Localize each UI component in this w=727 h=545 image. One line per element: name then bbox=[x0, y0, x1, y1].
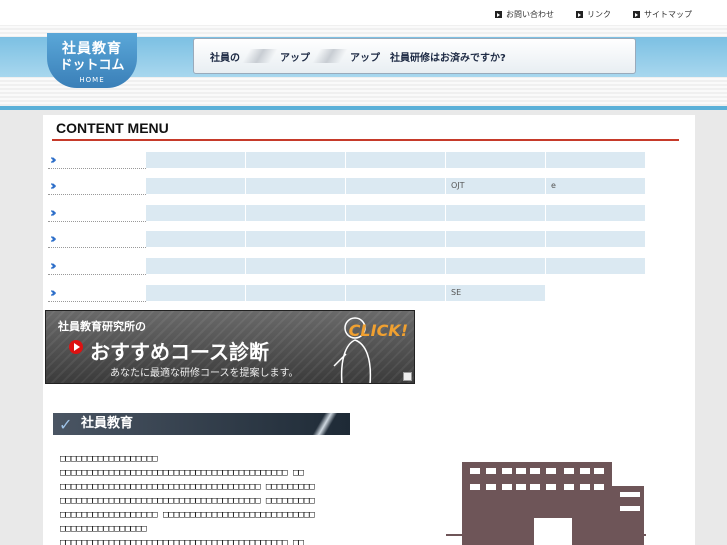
menu-cell[interactable] bbox=[346, 152, 445, 168]
contact-link[interactable]: お問い合わせ bbox=[495, 9, 554, 20]
double-chevron-icon: ›› bbox=[50, 232, 56, 247]
menu-cell[interactable] bbox=[146, 258, 245, 274]
menu-cell[interactable] bbox=[546, 205, 645, 221]
menu-cell[interactable] bbox=[346, 178, 445, 194]
menu-row-marker[interactable]: ›› bbox=[48, 205, 146, 222]
top-utility-bar: お問い合わせ リンク サイトマップ bbox=[0, 0, 727, 25]
sitemap-link[interactable]: サイトマップ bbox=[633, 9, 692, 20]
click-label: CLICK! bbox=[348, 321, 408, 340]
menu-row: ›› OJT e bbox=[48, 178, 646, 195]
menu-cell[interactable] bbox=[246, 205, 345, 221]
section-heading: ✓ 社員教育 bbox=[53, 413, 350, 435]
menu-cell[interactable] bbox=[446, 258, 545, 274]
menu-cell[interactable] bbox=[246, 231, 345, 247]
menu-cell[interactable] bbox=[346, 231, 445, 247]
arrow-box-icon bbox=[633, 11, 640, 18]
site-logo[interactable]: 社員教育 ドットコム HOME bbox=[47, 33, 137, 88]
office-building-illustration bbox=[446, 462, 646, 545]
menu-row: ›› bbox=[48, 258, 646, 275]
play-icon bbox=[69, 340, 83, 354]
menu-cell[interactable] bbox=[346, 205, 445, 221]
menu-cell[interactable]: SE bbox=[446, 285, 545, 301]
menu-cell[interactable] bbox=[146, 178, 245, 194]
menu-row-marker[interactable]: ›› bbox=[48, 152, 146, 169]
course-diagnosis-banner[interactable]: 社員教育研究所の おすすめコース診断 あなたに最適な研修コースを提案します。 C… bbox=[45, 310, 415, 384]
menu-cell[interactable] bbox=[546, 258, 645, 274]
header-slogan: 社員の アップ アップ 社員研修はお済みですか? bbox=[193, 38, 636, 74]
double-chevron-icon: ›› bbox=[50, 286, 56, 301]
menu-row: ›› bbox=[48, 231, 646, 248]
header-divider bbox=[0, 106, 727, 110]
section-body: □□□□□□□□□□□□□□□□□□ □□□□□□□□□□□□□□□□□□□□□… bbox=[60, 454, 315, 545]
menu-cell[interactable] bbox=[146, 231, 245, 247]
menu-row-marker[interactable]: ›› bbox=[48, 258, 146, 275]
double-chevron-icon: ›› bbox=[50, 179, 56, 194]
menu-cell[interactable] bbox=[346, 258, 445, 274]
swoosh-graphic bbox=[300, 413, 350, 435]
menu-cell[interactable] bbox=[146, 205, 245, 221]
double-chevron-icon: ›› bbox=[50, 206, 56, 221]
double-chevron-icon: ›› bbox=[50, 153, 56, 168]
menu-cell[interactable] bbox=[346, 285, 445, 301]
menu-cell[interactable] bbox=[146, 152, 245, 168]
menu-cell[interactable] bbox=[446, 152, 545, 168]
home-link[interactable]: HOME bbox=[47, 76, 137, 84]
links-link[interactable]: リンク bbox=[576, 9, 611, 20]
arrow-box-icon bbox=[576, 11, 583, 18]
expand-icon bbox=[403, 372, 412, 381]
double-chevron-icon: ›› bbox=[50, 259, 56, 274]
content-menu-rule bbox=[52, 139, 679, 141]
menu-cell[interactable] bbox=[146, 285, 245, 301]
utility-links: お問い合わせ リンク サイトマップ bbox=[495, 9, 692, 20]
menu-cell[interactable] bbox=[246, 258, 345, 274]
menu-row: ›› bbox=[48, 205, 646, 222]
arrow-box-icon bbox=[495, 11, 502, 18]
menu-row-marker[interactable]: ›› bbox=[48, 231, 146, 248]
menu-cell[interactable] bbox=[246, 178, 345, 194]
menu-cell[interactable] bbox=[446, 205, 545, 221]
menu-row-marker[interactable]: ›› bbox=[48, 285, 146, 302]
menu-cell[interactable]: OJT bbox=[446, 178, 545, 194]
menu-cell[interactable] bbox=[546, 231, 645, 247]
menu-cell[interactable] bbox=[546, 152, 645, 168]
checkmark-icon: ✓ bbox=[59, 415, 73, 434]
arrow-graphic bbox=[241, 49, 279, 63]
menu-cell[interactable] bbox=[446, 231, 545, 247]
content-menu-title: CONTENT MENU bbox=[56, 120, 169, 136]
menu-row: ›› bbox=[48, 152, 646, 169]
menu-row-marker[interactable]: ›› bbox=[48, 178, 146, 195]
arrow-graphic bbox=[311, 49, 349, 63]
menu-cell[interactable] bbox=[246, 152, 345, 168]
menu-cell[interactable]: e bbox=[546, 178, 645, 194]
menu-row: ›› SE bbox=[48, 285, 546, 302]
menu-cell[interactable] bbox=[246, 285, 345, 301]
